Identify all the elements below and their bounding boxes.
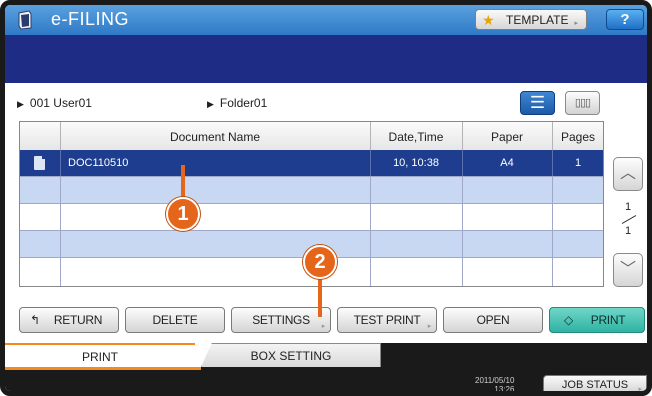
chevron-down-icon: ﹀ — [619, 261, 636, 278]
page-total: 1 — [624, 225, 632, 237]
message-area — [5, 35, 647, 83]
delete-button[interactable]: DELETE — [125, 307, 225, 333]
callout-1-pointer — [181, 165, 185, 197]
document-pages: 1 — [574, 157, 582, 169]
help-button[interactable]: ? — [606, 9, 644, 30]
title-bar: e-FILING ★ TEMPLATE ▸ ? — [5, 5, 647, 35]
return-button[interactable]: ↰ RETURN — [19, 307, 119, 333]
breadcrumb-box-label: 001 User01 — [29, 96, 92, 110]
chevron-up-icon: ︿ — [619, 165, 636, 182]
thumbnail-view-button[interactable]: ▯▯▯ — [565, 91, 600, 115]
submenu-arrow-icon: ▸ — [321, 323, 326, 330]
star-icon: ★ — [482, 12, 495, 28]
submenu-arrow-icon: ▸ — [427, 323, 432, 330]
scroll-down-button[interactable]: ﹀ — [613, 253, 643, 287]
print-diamond-icon: ◇ — [564, 313, 573, 327]
document-datetime: 10, 10:38 — [393, 157, 439, 169]
scroll-up-button[interactable]: ︿ — [613, 157, 643, 191]
device-time: 13:26 — [494, 385, 515, 394]
device-datetime: 2011/05/10 13:26 — [475, 376, 515, 394]
efiling-window: e-FILING ★ TEMPLATE ▸ ? ▶ 001 User01 ▶ Fol… — [0, 0, 652, 396]
column-date-time[interactable]: Date,Time — [370, 130, 462, 144]
submenu-arrow-icon: ▸ — [638, 386, 642, 393]
table-header: Document Name Date,Time Paper Pages — [20, 122, 603, 151]
table-row[interactable]: DOC110510 10, 10:38 A4 1 — [20, 150, 603, 177]
tab-box-setting[interactable]: BOX SETTING — [201, 343, 381, 367]
callout-2-pointer — [318, 273, 322, 317]
template-button[interactable]: ★ TEMPLATE ▸ — [475, 9, 587, 30]
print-button[interactable]: ◇ PRINT — [549, 307, 645, 333]
list-view-icon: ☰ — [529, 93, 546, 112]
document-name: DOC110510 — [68, 157, 129, 169]
efiling-app-icon — [18, 10, 32, 30]
settings-button[interactable]: SETTINGS ▸ — [231, 307, 331, 333]
settings-label: SETTINGS — [252, 313, 310, 327]
device-date: 2011/05/10 — [475, 376, 515, 385]
app-title: e-FILING — [51, 9, 130, 29]
column-pages[interactable]: Pages — [552, 130, 604, 144]
tab-bar-fill — [381, 343, 647, 367]
job-status-button[interactable]: JOB STATUS ▸ — [543, 375, 647, 393]
tab-print[interactable]: PRINT — [5, 343, 195, 367]
breadcrumb-folder: ▶ Folder01 — [207, 96, 267, 110]
return-label: RETURN — [53, 313, 103, 327]
thumbnail-view-icon: ▯▯▯ — [574, 97, 591, 109]
breadcrumb-box: ▶ 001 User01 — [17, 96, 92, 110]
table-row-empty — [20, 204, 603, 231]
test-print-label: TEST PRINT — [353, 313, 421, 327]
document-icon — [34, 156, 45, 170]
document-paper: A4 — [500, 157, 514, 169]
submenu-arrow-icon: ▸ — [574, 20, 578, 27]
return-arrow-icon: ↰ — [30, 313, 40, 327]
triangle-right-icon: ▶ — [17, 99, 24, 109]
column-paper[interactable]: Paper — [462, 130, 552, 144]
job-status-label: JOB STATUS — [561, 379, 629, 391]
table-row-empty — [20, 177, 603, 204]
page-current: 1 — [624, 201, 632, 213]
list-view-button[interactable]: ☰ — [520, 91, 555, 115]
print-label: PRINT — [590, 313, 626, 327]
triangle-right-icon: ▶ — [207, 99, 214, 109]
callout-2: 2 — [303, 245, 337, 279]
template-label: TEMPLATE — [506, 13, 569, 27]
column-document-name[interactable]: Document Name — [60, 130, 370, 144]
breadcrumb-folder-label: Folder01 — [219, 96, 268, 110]
tab-bar: PRINT BOX SETTING — [5, 343, 647, 367]
active-tab-indicator — [5, 367, 201, 370]
breadcrumb: ▶ 001 User01 ▶ Folder01 ☰ ▯▯▯ — [5, 83, 647, 121]
page-separator — [621, 215, 637, 224]
open-button[interactable]: OPEN — [443, 307, 543, 333]
test-print-button[interactable]: TEST PRINT ▸ — [337, 307, 437, 333]
callout-1: 1 — [166, 197, 200, 231]
